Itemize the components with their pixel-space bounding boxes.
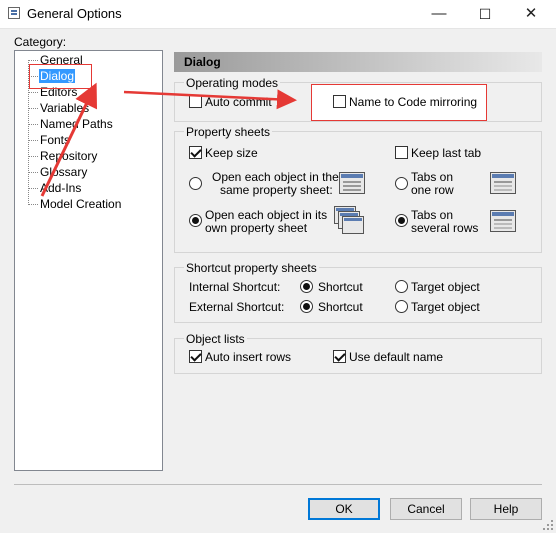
arrow-to-dialog bbox=[40, 82, 98, 197]
arrow-to-name-to-code bbox=[123, 89, 297, 110]
annotation-arrows bbox=[40, 82, 297, 197]
